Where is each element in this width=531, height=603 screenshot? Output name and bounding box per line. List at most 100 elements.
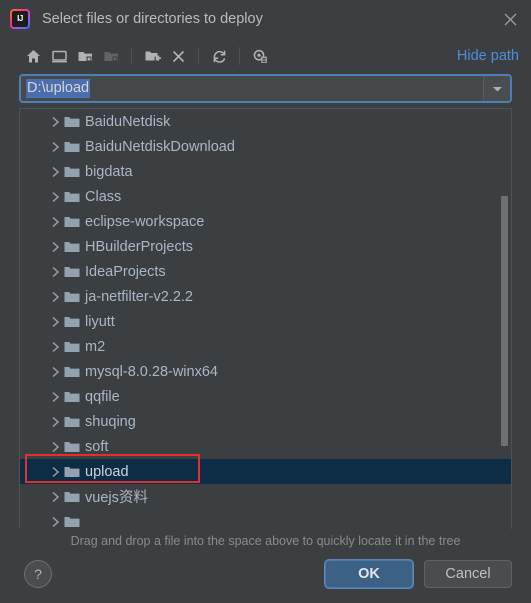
intellij-idea-icon: IJ bbox=[10, 9, 30, 29]
dialog-footer: ? OK Cancel bbox=[0, 551, 531, 603]
show-hidden-files-icon[interactable] bbox=[247, 43, 273, 69]
new-folder-icon[interactable] bbox=[139, 43, 165, 69]
tree-row[interactable]: eclipse-workspace bbox=[20, 209, 511, 234]
close-icon[interactable] bbox=[497, 6, 523, 32]
chevron-right-icon[interactable] bbox=[47, 441, 63, 453]
chevron-down-icon[interactable] bbox=[483, 76, 510, 101]
folder-icon bbox=[63, 215, 81, 229]
home-icon[interactable] bbox=[20, 43, 46, 69]
tree-row-label: liyutt bbox=[85, 313, 115, 330]
tree-row[interactable]: ja-netfilter-v2.2.2 bbox=[20, 284, 511, 309]
folder-icon bbox=[63, 440, 81, 454]
chevron-right-icon[interactable] bbox=[47, 266, 63, 278]
chevron-right-icon[interactable] bbox=[47, 491, 63, 503]
delete-icon[interactable] bbox=[165, 43, 191, 69]
folder-icon bbox=[63, 515, 81, 529]
tree-row[interactable]: qqfile bbox=[20, 384, 511, 409]
dialog-titlebar: IJ Select files or directories to deploy bbox=[0, 0, 531, 38]
folder-icon bbox=[63, 190, 81, 204]
folder-icon bbox=[63, 365, 81, 379]
tree-row-label: vuejs资料 bbox=[85, 490, 148, 506]
tree-row[interactable]: vuejs资料 bbox=[20, 484, 511, 509]
tree-row-label: eclipse-workspace bbox=[85, 213, 205, 230]
tree-row-label: bigdata bbox=[85, 163, 133, 180]
path-input-value: D:\upload bbox=[26, 79, 91, 98]
tree-row-label: m2 bbox=[85, 338, 106, 355]
tree-row[interactable]: bigdata bbox=[20, 159, 511, 184]
tree-row[interactable]: liyutt bbox=[20, 309, 511, 334]
toolbar-separator bbox=[239, 47, 240, 65]
dialog-title: Select files or directories to deploy bbox=[42, 11, 263, 27]
folder-icon bbox=[63, 390, 81, 404]
chevron-right-icon[interactable] bbox=[47, 291, 63, 303]
chevron-right-icon[interactable] bbox=[47, 316, 63, 328]
tree-row[interactable]: IdeaProjects bbox=[20, 259, 511, 284]
folder-icon bbox=[63, 315, 81, 329]
path-row: D:\upload bbox=[0, 74, 531, 103]
path-input[interactable]: D:\upload bbox=[21, 76, 483, 101]
refresh-icon[interactable] bbox=[206, 43, 232, 69]
tree-row[interactable]: HBuilderProjects bbox=[20, 234, 511, 259]
folder-icon bbox=[63, 240, 81, 254]
tree-row-label: upload bbox=[85, 463, 129, 480]
tree-row[interactable]: BaiduNetdisk bbox=[20, 109, 511, 134]
chevron-right-icon[interactable] bbox=[47, 391, 63, 403]
tree-row[interactable]: BaiduNetdiskDownload bbox=[20, 134, 511, 159]
tree-row[interactable] bbox=[20, 509, 511, 529]
chevron-right-icon[interactable] bbox=[47, 516, 63, 528]
chevron-right-icon[interactable] bbox=[47, 241, 63, 253]
path-combo[interactable]: D:\upload bbox=[19, 74, 512, 103]
toolbar-separator bbox=[131, 47, 132, 65]
directory-tree-panel: BaiduNetdisk BaiduNetdiskDownload bigdata C… bbox=[19, 108, 512, 529]
tree-row-label: BaiduNetdisk bbox=[85, 113, 171, 130]
directory-tree[interactable]: BaiduNetdisk BaiduNetdiskDownload bigdata C… bbox=[20, 109, 511, 529]
app-icon-text: IJ bbox=[12, 11, 28, 27]
folder-icon bbox=[63, 490, 81, 504]
chevron-right-icon[interactable] bbox=[47, 416, 63, 428]
tree-row-label: mysql-8.0.28-winx64 bbox=[85, 363, 218, 380]
chevron-right-icon[interactable] bbox=[47, 141, 63, 153]
tree-row[interactable]: shuqing bbox=[20, 409, 511, 434]
ok-button[interactable]: OK bbox=[325, 560, 413, 588]
folder-icon bbox=[63, 140, 81, 154]
tree-row-label: Class bbox=[85, 188, 122, 205]
folder-icon bbox=[63, 465, 81, 479]
tree-row-label: ja-netfilter-v2.2.2 bbox=[85, 288, 193, 305]
tree-row-label: BaiduNetdiskDownload bbox=[85, 138, 235, 155]
tree-row[interactable]: soft bbox=[20, 434, 511, 459]
folder-icon bbox=[63, 290, 81, 304]
tree-row[interactable]: upload bbox=[20, 459, 511, 484]
folder-icon bbox=[63, 265, 81, 279]
cancel-button[interactable]: Cancel bbox=[424, 560, 512, 588]
chevron-right-icon[interactable] bbox=[47, 366, 63, 378]
tree-row-label: soft bbox=[85, 438, 109, 455]
tree-row[interactable]: Class bbox=[20, 184, 511, 209]
chevron-right-icon[interactable] bbox=[47, 341, 63, 353]
chevron-right-icon[interactable] bbox=[47, 116, 63, 128]
tree-scrollbar[interactable] bbox=[500, 111, 509, 527]
chevron-right-icon[interactable] bbox=[47, 191, 63, 203]
file-chooser-toolbar: Hide path bbox=[0, 38, 531, 74]
file-chooser-dialog: IJ Select files or directories to deploy bbox=[0, 0, 531, 603]
folder-icon bbox=[63, 165, 81, 179]
chevron-right-icon[interactable] bbox=[47, 166, 63, 178]
tree-row[interactable]: mysql-8.0.28-winx64 bbox=[20, 359, 511, 384]
folder-icon bbox=[63, 340, 81, 354]
chevron-right-icon[interactable] bbox=[47, 216, 63, 228]
tree-row-label: IdeaProjects bbox=[85, 263, 166, 280]
tree-scrollbar-thumb[interactable] bbox=[501, 196, 508, 446]
help-button[interactable]: ? bbox=[24, 560, 52, 588]
desktop-icon[interactable] bbox=[46, 43, 72, 69]
folder-icon bbox=[63, 115, 81, 129]
hide-path-link[interactable]: Hide path bbox=[457, 48, 521, 64]
chevron-right-icon[interactable] bbox=[47, 466, 63, 478]
tree-row-label: shuqing bbox=[85, 413, 136, 430]
project-folder-icon[interactable] bbox=[72, 43, 98, 69]
drag-drop-hint: Drag and drop a file into the space abov… bbox=[70, 534, 461, 548]
tree-row-label: HBuilderProjects bbox=[85, 238, 193, 255]
folder-icon bbox=[63, 415, 81, 429]
tree-row[interactable]: m2 bbox=[20, 334, 511, 359]
tree-row-label: qqfile bbox=[85, 388, 120, 405]
module-folder-icon bbox=[98, 43, 124, 69]
toolbar-separator bbox=[198, 47, 199, 65]
